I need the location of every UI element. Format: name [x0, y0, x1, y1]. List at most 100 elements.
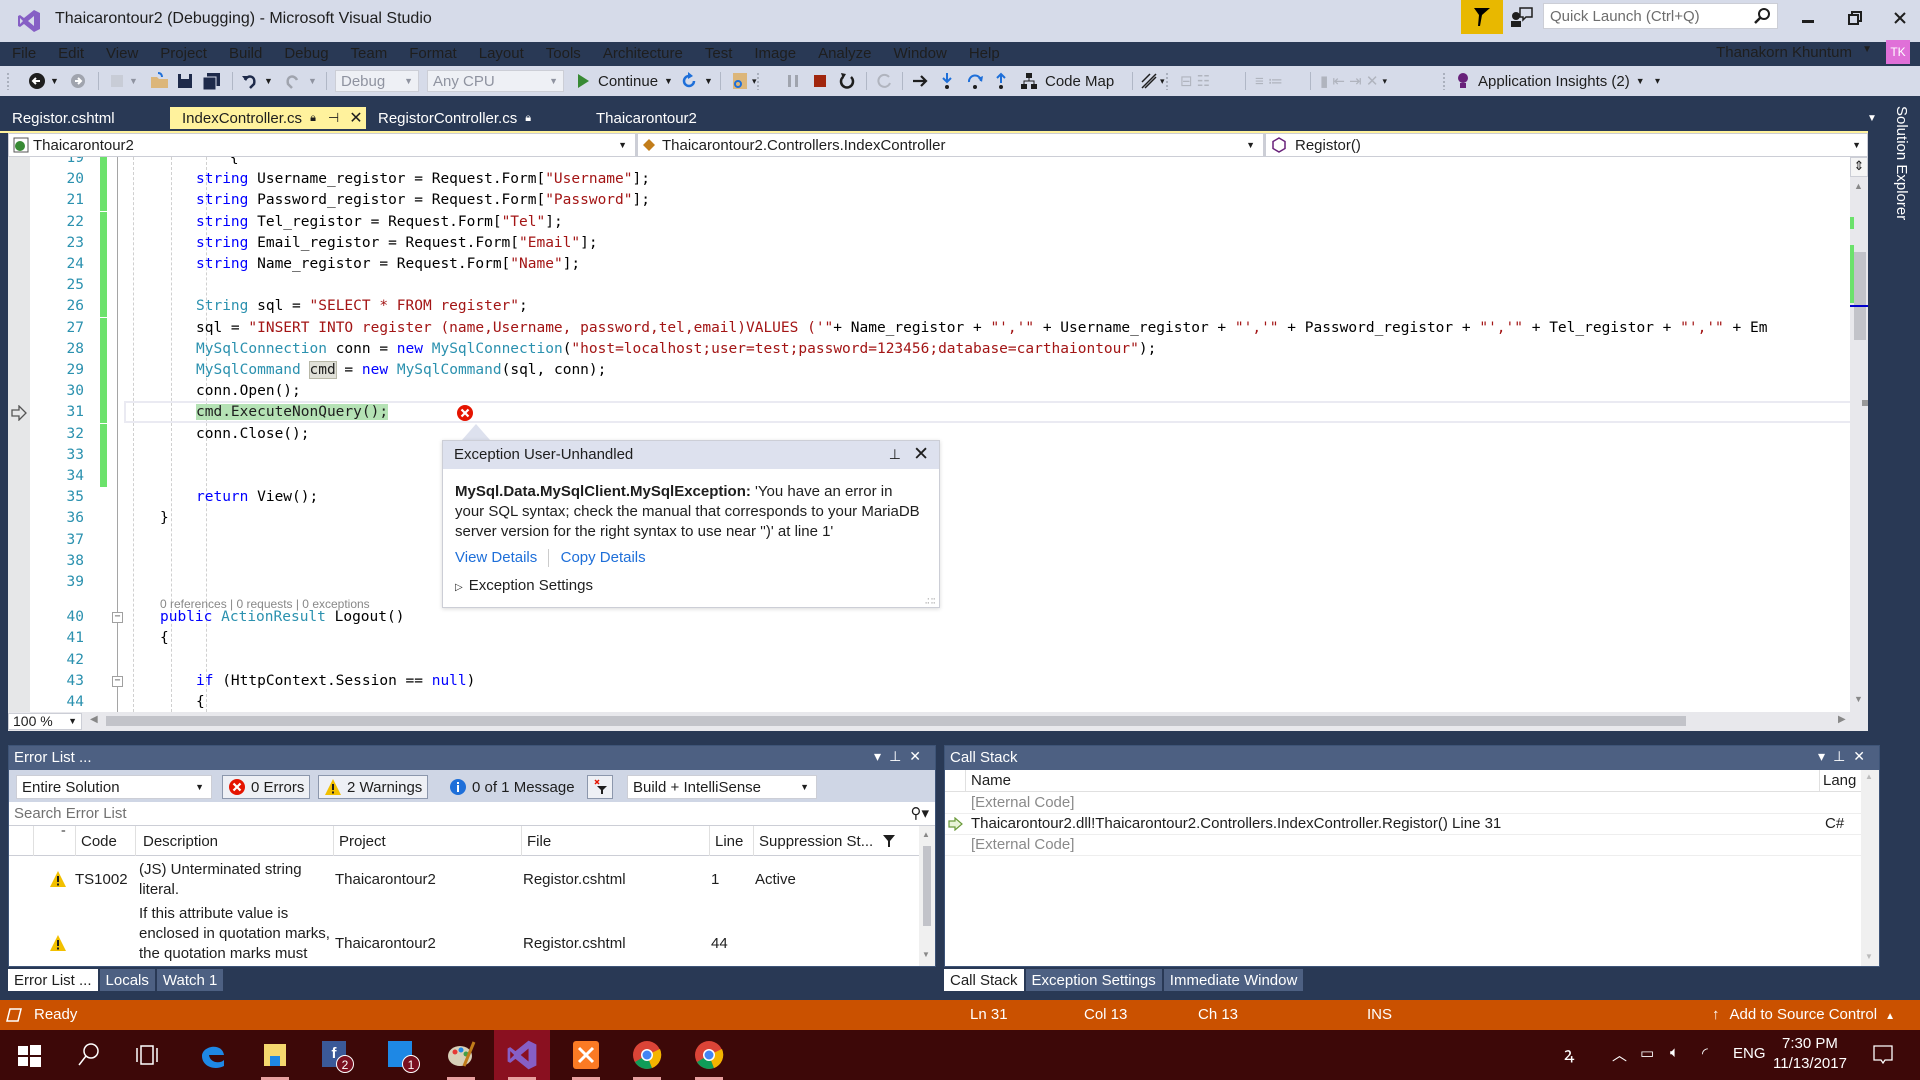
code-line[interactable]: 27 sql = "INSERT INTO register (name,User…: [8, 317, 1848, 339]
toolbar-grip[interactable]: [756, 72, 760, 90]
restore-button[interactable]: [1835, 6, 1875, 30]
show-hidden-icons-chevron[interactable]: ︿: [1612, 1044, 1627, 1065]
input-language[interactable]: ENG: [1733, 1045, 1766, 1062]
code-line[interactable]: 41 {: [8, 628, 1848, 649]
build-source-dropdown[interactable]: Build + IntelliSense ▼: [627, 775, 817, 799]
messages-filter-button[interactable]: 0 of 1 Message: [443, 775, 581, 799]
scroll-up-icon[interactable]: ▲: [1865, 772, 1873, 781]
scope-dropdown[interactable]: Entire Solution ▼: [16, 775, 212, 799]
scrollbar-thumb[interactable]: [923, 846, 931, 926]
clock[interactable]: 7:30 PM 11/13/2017: [1773, 1034, 1847, 1074]
chrome-icon[interactable]: [630, 1038, 664, 1072]
tab-thaicarontour2[interactable]: Thaicarontour2: [584, 107, 734, 129]
wifi-icon[interactable]: ◜: [1702, 1044, 1708, 1062]
scroll-up-icon[interactable]: ▲: [1854, 181, 1863, 191]
minimize-button[interactable]: [1788, 6, 1828, 30]
call-stack-row[interactable]: [External Code]: [945, 793, 1879, 814]
apply-code-changes-button[interactable]: [876, 70, 894, 92]
navigate-back-button[interactable]: ▼: [28, 70, 59, 92]
refresh-button[interactable]: ▼: [680, 70, 713, 92]
column-description[interactable]: Description: [143, 833, 218, 850]
menu-tools[interactable]: Tools: [534, 45, 591, 62]
notifications-flag-button[interactable]: [1461, 0, 1503, 34]
exception-settings-expander[interactable]: ▷ Exception Settings: [455, 577, 593, 594]
collapse-region-icon[interactable]: −: [112, 675, 123, 687]
step-over-button[interactable]: [966, 70, 984, 92]
toolbar-overflow-button[interactable]: ▾: [1655, 70, 1660, 92]
scrollbar-thumb[interactable]: [1854, 252, 1866, 340]
horizontal-scrollbar-thumb[interactable]: [106, 716, 1686, 726]
facebook-app-icon[interactable]: f 2: [318, 1038, 354, 1073]
copy-details-link[interactable]: Copy Details: [561, 549, 646, 566]
collapse-region-icon[interactable]: −: [112, 612, 123, 624]
column-line[interactable]: Line: [715, 833, 743, 850]
break-all-button[interactable]: [786, 70, 800, 92]
menu-project[interactable]: Project: [148, 45, 217, 62]
visual-studio-taskbar-button[interactable]: [494, 1030, 550, 1080]
column-project[interactable]: Project: [339, 833, 386, 850]
scroll-up-icon[interactable]: ▲: [922, 830, 930, 839]
menu-image[interactable]: Image: [742, 45, 806, 62]
search-icon[interactable]: [72, 1038, 106, 1072]
quick-launch-input[interactable]: Quick Launch (Ctrl+Q): [1543, 3, 1778, 29]
scroll-down-icon[interactable]: ▼: [1865, 952, 1873, 961]
code-line[interactable]: 40 public ActionResult Logout() −: [8, 607, 1848, 628]
menu-layout[interactable]: Layout: [467, 45, 534, 62]
solution-configuration-select[interactable]: Debug ▼: [335, 70, 419, 92]
column-code[interactable]: Code: [81, 833, 117, 850]
xampp-icon[interactable]: [569, 1038, 603, 1072]
tab-immediate-window[interactable]: Immediate Window: [1163, 969, 1304, 991]
open-file-button[interactable]: [150, 70, 170, 92]
menu-debug[interactable]: Debug: [272, 45, 338, 62]
redo-button[interactable]: ▼: [284, 70, 317, 92]
menu-view[interactable]: View: [94, 45, 148, 62]
code-line[interactable]: 44 {: [8, 692, 1848, 712]
tab-watch-1[interactable]: Watch 1: [156, 969, 224, 991]
menu-architecture[interactable]: Architecture: [591, 45, 693, 62]
code-line[interactable]: 21 string Password_registor = Request.For…: [8, 190, 1848, 212]
class-dropdown[interactable]: Thaicarontour2.Controllers.IndexControll…: [641, 134, 1261, 156]
windows-start-icon[interactable]: [12, 1038, 46, 1072]
close-icon[interactable]: ✕: [909, 748, 929, 764]
column-file[interactable]: File: [527, 833, 551, 850]
chrome-icon[interactable]: [692, 1038, 726, 1072]
zoom-level-dropdown[interactable]: 100 % ▼: [8, 713, 82, 730]
pin-icon[interactable]: ⊥: [889, 748, 909, 764]
errors-filter-button[interactable]: 0 Errors: [222, 775, 311, 799]
file-explorer-icon[interactable]: [258, 1038, 292, 1072]
toolbar-grip[interactable]: [1442, 72, 1446, 90]
menu-team[interactable]: Team: [339, 45, 398, 62]
new-project-button[interactable]: ▼: [108, 70, 138, 92]
project-dropdown[interactable]: Thaicarontour2 ▼: [13, 134, 633, 156]
menu-file[interactable]: File: [0, 45, 46, 62]
menu-analyze[interactable]: Analyze: [806, 45, 881, 62]
menu-test[interactable]: Test: [693, 45, 743, 62]
call-stack-row[interactable]: [External Code]: [945, 835, 1879, 856]
error-list-search-input[interactable]: Search Error List ⚲▾: [9, 802, 935, 826]
error-list-row[interactable]: If this attribute value is enclosed in q…: [9, 904, 917, 966]
browse-button[interactable]: ▾: [730, 70, 757, 92]
volume-icon[interactable]: 🔈︎: [1670, 1044, 1679, 1061]
tab-call-stack[interactable]: Call Stack: [944, 969, 1024, 991]
split-editor-icon[interactable]: ⇕: [1850, 157, 1868, 177]
close-icon[interactable]: ✕: [1853, 748, 1873, 764]
window-position-icon[interactable]: ▾: [874, 748, 889, 764]
user-name[interactable]: Thanakorn Khuntum: [1716, 44, 1852, 61]
step-into-button[interactable]: [941, 70, 953, 92]
user-menu-caret-icon[interactable]: ▼: [1862, 44, 1872, 55]
resize-grip-icon[interactable]: ⠠⠤ ⠤⠤: [924, 594, 936, 606]
tab-exception-settings[interactable]: Exception Settings: [1025, 969, 1162, 991]
application-insights-button[interactable]: Application Insights (2) ▼: [1456, 70, 1645, 92]
error-list-scrollbar[interactable]: ▲ ▼: [919, 826, 935, 966]
close-icon[interactable]: ✕: [913, 443, 929, 466]
tab-error-list[interactable]: Error List ...: [8, 969, 98, 991]
pin-icon[interactable]: ⊥: [1833, 748, 1853, 764]
code-line[interactable]: 31 cmd.ExecuteNonQuery();: [8, 402, 1848, 424]
column-language[interactable]: Lang: [1823, 772, 1856, 789]
undo-button[interactable]: ▼: [240, 70, 273, 92]
error-icon[interactable]: [456, 404, 474, 422]
menu-help[interactable]: Help: [957, 45, 1010, 62]
error-code-link[interactable]: TS1002: [75, 870, 128, 890]
add-to-source-control-button[interactable]: ↑ Add to Source Control ▲: [1712, 1006, 1895, 1023]
scroll-left-icon[interactable]: ◀: [90, 714, 98, 725]
